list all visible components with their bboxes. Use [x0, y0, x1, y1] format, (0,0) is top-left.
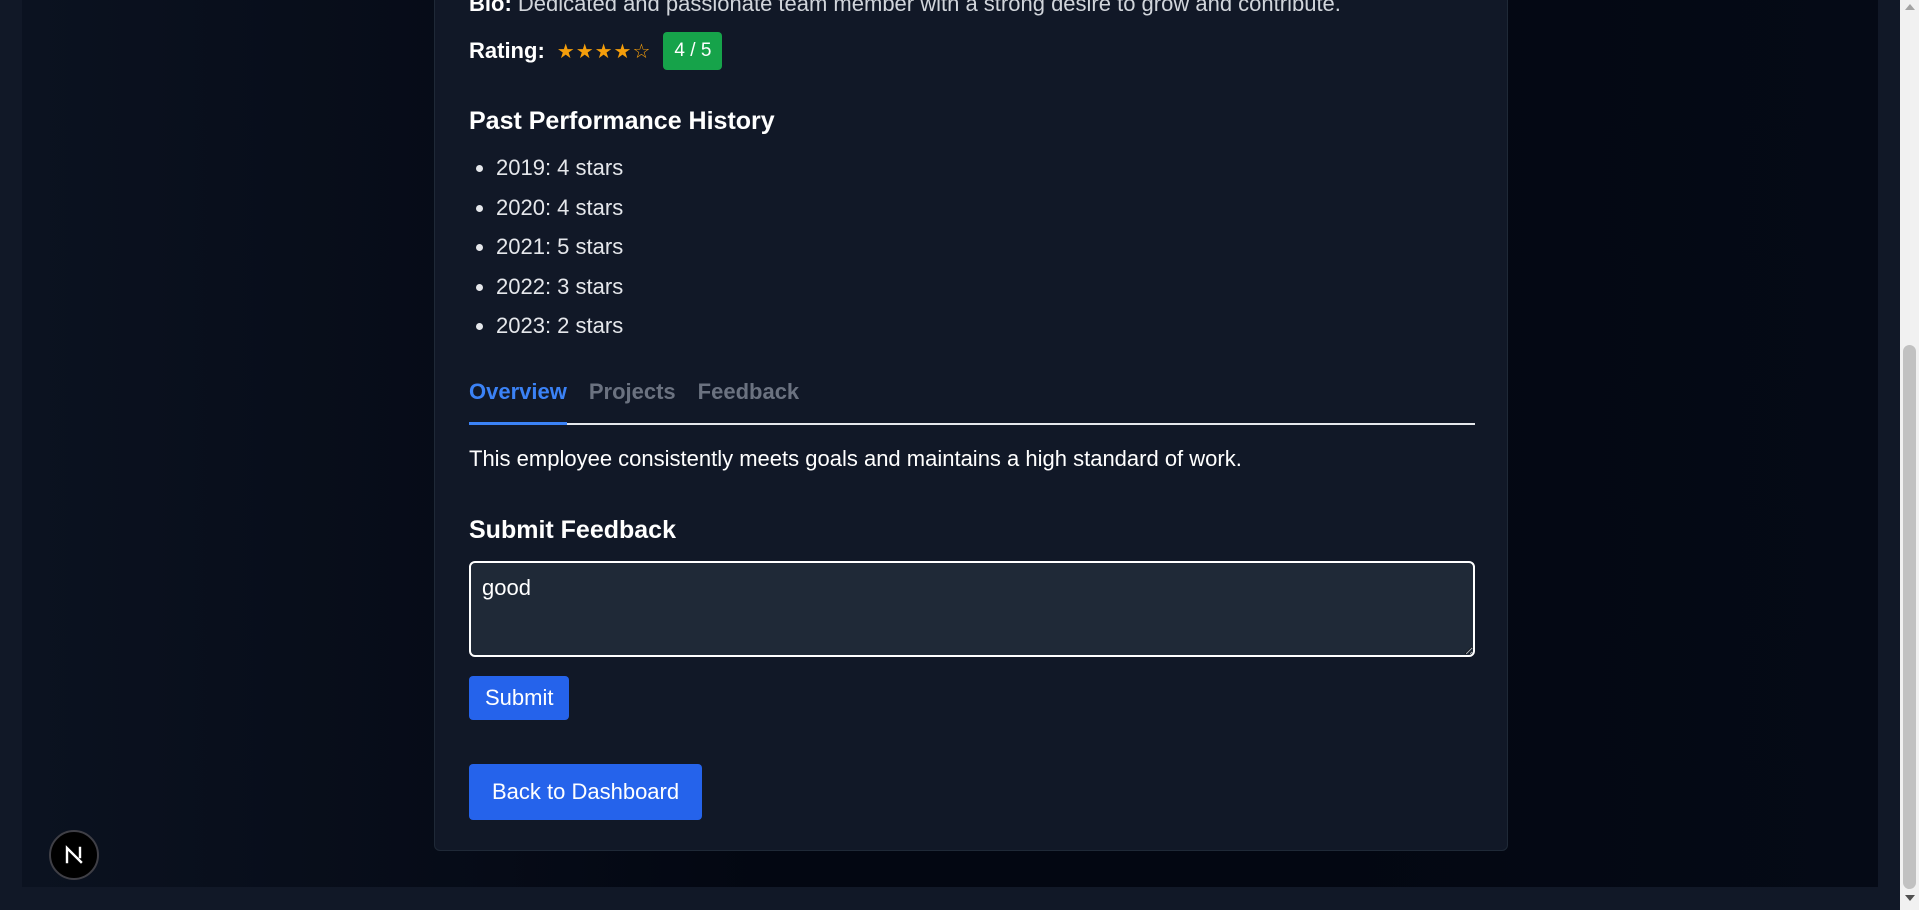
- feedback-textarea[interactable]: good: [469, 561, 1475, 657]
- history-item: 2023: 2 stars: [496, 309, 1502, 349]
- history-item: 2019: 4 stars: [496, 151, 1502, 191]
- feedback-heading: Submit Feedback: [469, 516, 676, 544]
- history-list: 2019: 4 stars 2020: 4 stars 2021: 5 star…: [469, 151, 1502, 349]
- rating-label: Rating:: [469, 38, 545, 63]
- scroll-up-arrow-icon[interactable]: [1905, 4, 1915, 10]
- vertical-scrollbar[interactable]: [1900, 0, 1919, 910]
- star-rating-icon: ★★★★☆: [556, 39, 652, 63]
- page-viewport: Bio: Dedicated and passionate team membe…: [22, 0, 1878, 887]
- tab-feedback[interactable]: Feedback: [698, 373, 800, 423]
- employee-detail-card: Bio: Dedicated and passionate team membe…: [434, 0, 1508, 851]
- history-heading: Past Performance History: [469, 107, 775, 135]
- scroll-down-arrow-icon[interactable]: [1905, 895, 1915, 901]
- submit-button[interactable]: Submit: [469, 676, 570, 720]
- history-item: 2020: 4 stars: [496, 191, 1502, 231]
- bio-text: Dedicated and passionate team member wit…: [517, 0, 1341, 16]
- tab-projects[interactable]: Projects: [589, 373, 676, 423]
- scrollbar-thumb[interactable]: [1903, 345, 1916, 889]
- tab-overview[interactable]: Overview: [469, 373, 567, 425]
- bio-row: Bio: Dedicated and passionate team membe…: [469, 0, 1475, 17]
- nextjs-logo-icon[interactable]: [49, 830, 99, 880]
- rating-badge: 4 / 5: [663, 32, 723, 70]
- nextjs-n-glyph: [65, 845, 83, 864]
- history-item: 2021: 5 stars: [496, 230, 1502, 270]
- tab-content-overview: This employee consistently meets goals a…: [469, 446, 1242, 471]
- rating-row: Rating: ★★★★☆ 4 / 5: [469, 31, 1475, 71]
- tab-bar: Overview Projects Feedback: [469, 373, 1475, 425]
- back-to-dashboard-button[interactable]: Back to Dashboard: [469, 764, 703, 820]
- bio-label: Bio:: [469, 0, 512, 16]
- history-item: 2022: 3 stars: [496, 270, 1502, 310]
